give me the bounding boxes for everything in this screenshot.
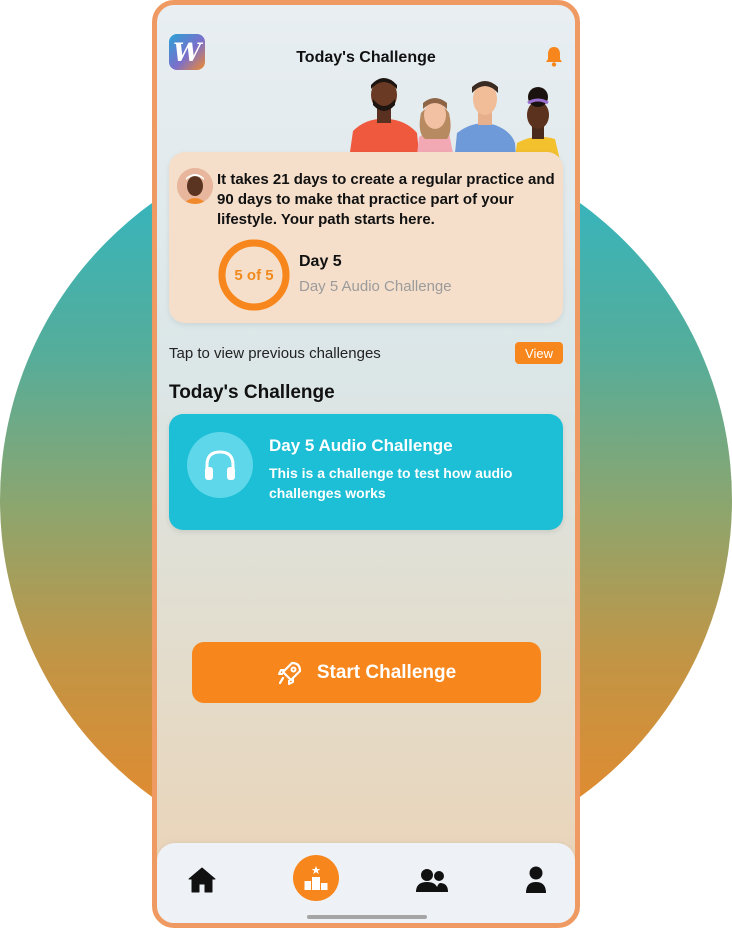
home-indicator bbox=[307, 915, 427, 919]
start-challenge-label: Start Challenge bbox=[316, 661, 457, 683]
users-icon bbox=[416, 869, 448, 892]
bell-icon[interactable] bbox=[545, 45, 563, 67]
podium-icon bbox=[304, 866, 328, 890]
home-icon bbox=[188, 867, 216, 893]
bottom-nav bbox=[157, 843, 575, 923]
nav-profile[interactable] bbox=[519, 863, 553, 897]
challenge-description: This is a challenge to test how audio ch… bbox=[269, 465, 513, 501]
motivation-text: It takes 21 days to create a regular pra… bbox=[217, 171, 555, 228]
nav-challenges[interactable] bbox=[293, 855, 339, 901]
page-title: Today's Challenge bbox=[296, 49, 436, 66]
day-subtitle: Day 5 Audio Challenge bbox=[299, 278, 452, 295]
nav-community[interactable] bbox=[415, 863, 449, 897]
info-card: It takes 21 days to create a regular pra… bbox=[169, 152, 563, 323]
progress-label: 5 of 5 bbox=[234, 266, 274, 284]
app-screen: W Today's Challenge It takes 21 days to … bbox=[157, 5, 575, 923]
challenge-icon-circle bbox=[187, 432, 253, 498]
nav-home[interactable] bbox=[185, 863, 219, 897]
headphones-icon bbox=[205, 450, 235, 480]
avatar bbox=[177, 168, 213, 204]
start-challenge-button[interactable]: Start Challenge bbox=[192, 642, 541, 703]
user-icon bbox=[526, 866, 546, 893]
day-title: Day 5 bbox=[299, 253, 342, 270]
previous-challenges-text: Tap to view previous challenges bbox=[169, 345, 381, 362]
section-title: Today's Challenge bbox=[169, 382, 335, 403]
rocket-icon bbox=[277, 661, 301, 685]
phone-frame: W Today's Challenge It takes 21 days to … bbox=[152, 0, 580, 928]
challenge-card[interactable]: Day 5 Audio Challenge This is a challeng… bbox=[169, 414, 563, 530]
challenge-title: Day 5 Audio Challenge bbox=[269, 436, 453, 455]
view-button[interactable]: View bbox=[515, 342, 563, 364]
